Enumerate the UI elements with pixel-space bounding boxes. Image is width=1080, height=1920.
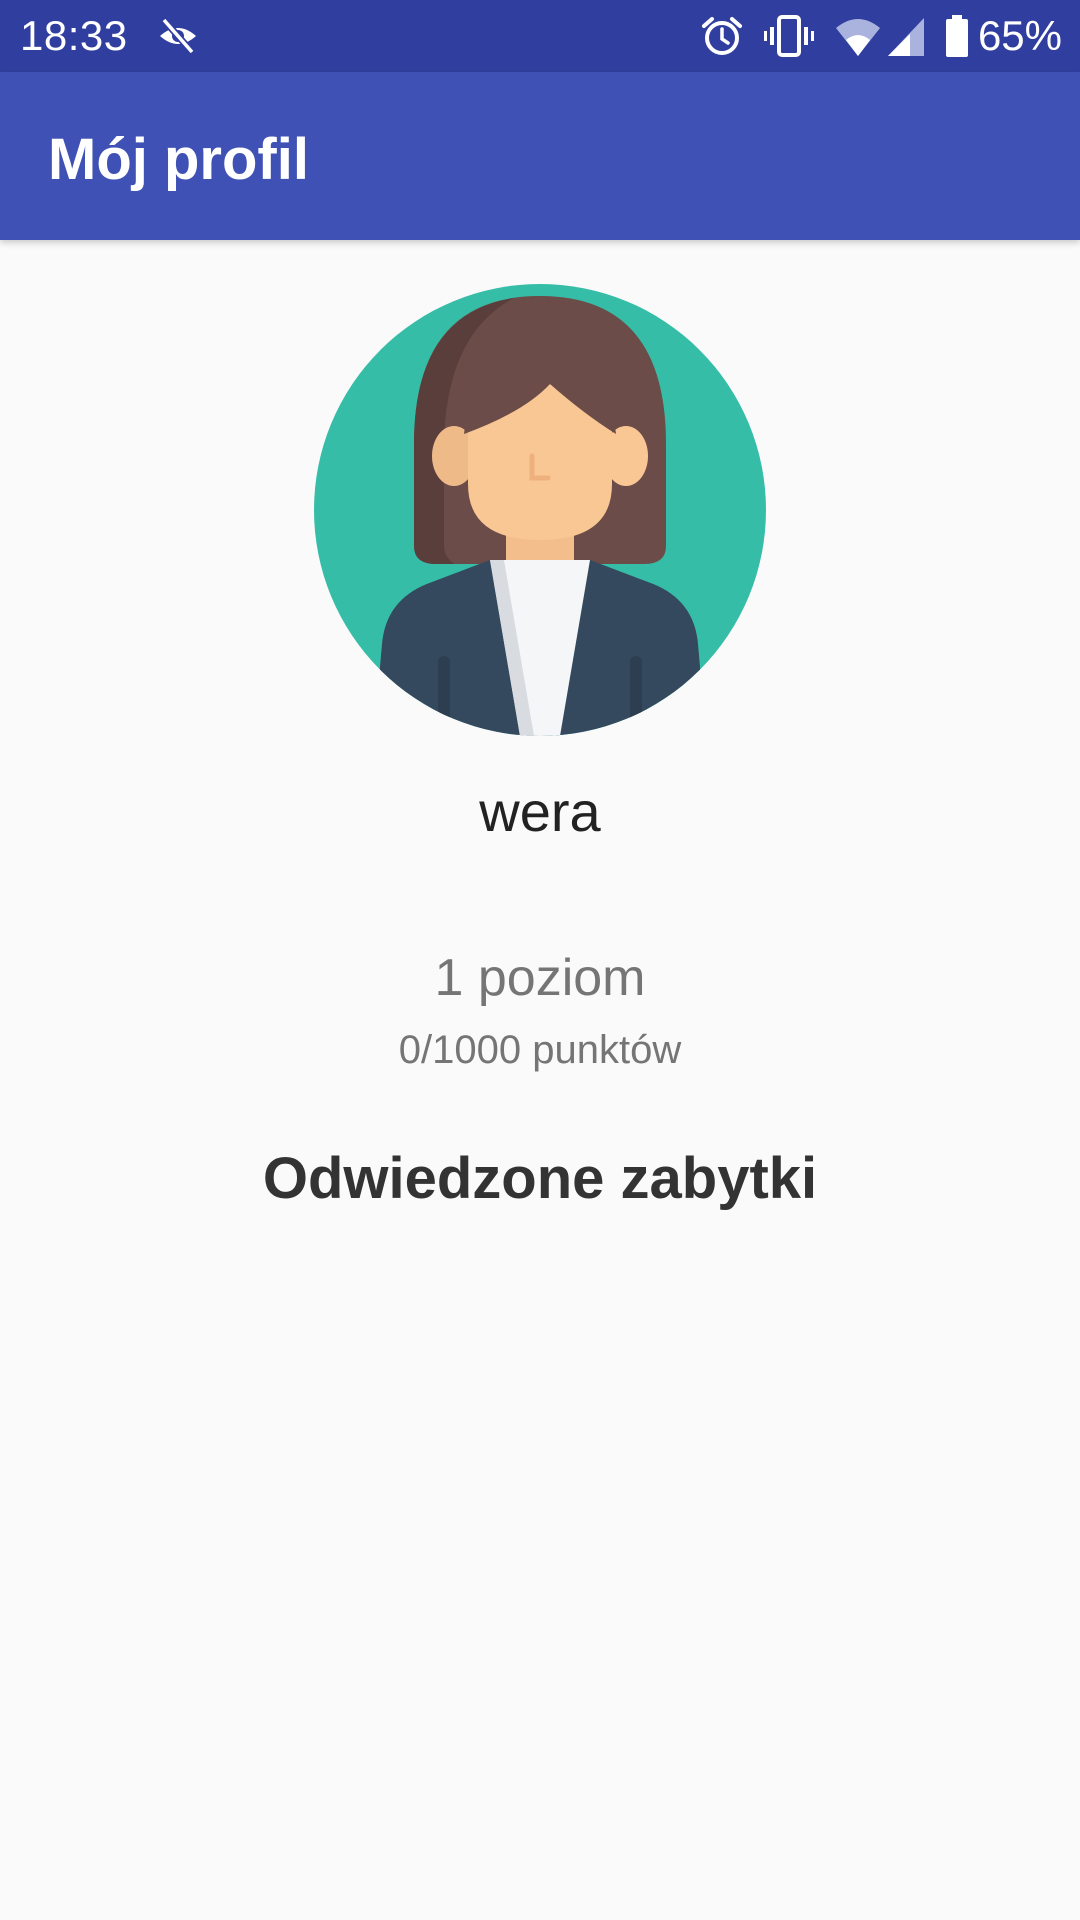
eye-off-icon xyxy=(160,17,196,55)
level-label: 1 poziom xyxy=(434,949,646,1007)
page-title: Mój profil xyxy=(48,127,309,192)
vibrate-icon xyxy=(764,15,814,57)
battery-percent: 65% xyxy=(977,12,1062,59)
battery-icon xyxy=(946,15,968,57)
app-bar: Mój profil xyxy=(0,72,1080,240)
alarm-icon xyxy=(702,17,742,55)
avatar xyxy=(314,284,766,736)
profile-content: wera 1 poziom 0/1000 punktów Odwiedzone … xyxy=(0,240,1080,1920)
female-avatar-icon xyxy=(314,284,766,736)
status-time: 18:33 xyxy=(20,12,128,59)
visited-monuments-heading: Odwiedzone zabytki xyxy=(262,1146,818,1211)
cell-signal-icon xyxy=(888,18,924,56)
points-label: 0/1000 punktów xyxy=(398,1028,682,1072)
wifi-icon xyxy=(836,19,880,56)
status-bar: 18:33 65% xyxy=(0,0,1080,72)
username: wera xyxy=(479,780,601,843)
